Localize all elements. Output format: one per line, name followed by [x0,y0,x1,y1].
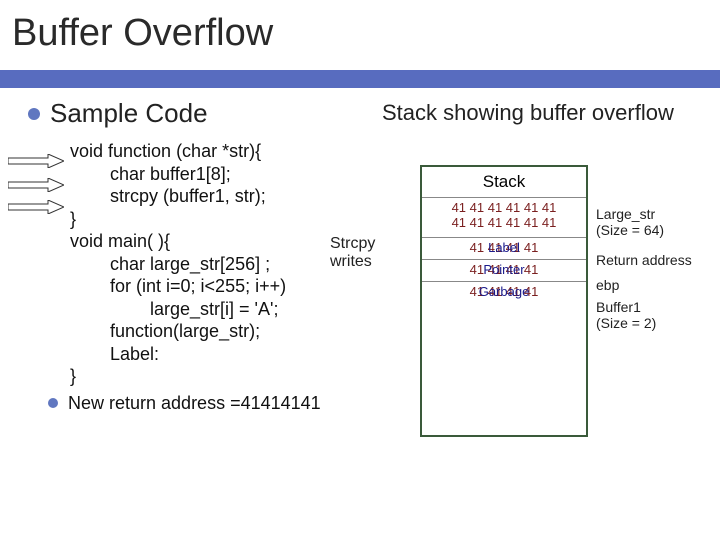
stack-bytes: 41 41 41 41 [470,240,539,255]
code-line: Label: [70,343,400,366]
code-line: } [70,365,400,388]
code-line: char buffer1[8]; [70,163,400,186]
stack-row-ebp: 41 41 41 41 Pointer [422,259,586,281]
header-accent-bar [0,70,720,88]
left-heading-row: Sample Code [28,98,208,129]
stack-diagram: Stack 41 41 41 41 41 41 41 41 41 41 41 4… [420,165,588,437]
stack-bytes: 41 41 41 41 [470,284,539,299]
stack-empty-space [422,303,586,435]
note-row: New return address =41414141 [70,392,400,415]
arrow-icon [8,200,64,214]
strcpy-writes-label: Strcpy writes [330,235,375,272]
stack-bytes: 41 41 41 41 41 41 41 41 41 41 41 41 [452,200,557,230]
legend-large-str: Large_str (Size = 64) [596,206,664,238]
left-heading: Sample Code [50,98,208,129]
bullet-icon [48,398,58,408]
stack-row-buffer1: 41 41 41 41 Garbage [422,281,586,303]
legend-text: Buffer1 (Size = 2) [596,299,656,331]
legend-buffer1: Buffer1 (Size = 2) [596,299,656,331]
note-text: New return address =41414141 [68,392,321,415]
code-line: strcpy (buffer1, str); [70,185,400,208]
legend-return-address: Return address [596,252,692,268]
arrow-icon [8,178,64,192]
code-line: large_str[i] = 'A'; [70,298,400,321]
legend-ebp: ebp [596,277,619,293]
stack-row-return-address: 41 41 41 41 Label [422,237,586,259]
code-line: function(large_str); [70,320,400,343]
right-heading: Stack showing buffer overflow [382,100,674,126]
stack-bytes: 41 41 41 41 [470,262,539,277]
strcpy-writes-text: Strcpy writes [330,235,375,270]
bullet-icon [28,108,40,120]
stack-header: Stack [422,167,586,197]
slide-header: Buffer Overflow [0,0,720,88]
slide-title: Buffer Overflow [12,12,273,55]
arrow-icon [8,154,64,168]
code-line: for (int i=0; i<255; i++) [70,275,400,298]
code-line: void function (char *str){ [70,140,400,163]
legend-text: Large_str (Size = 64) [596,206,664,238]
slide-content: Sample Code Stack showing buffer overflo… [0,100,720,540]
code-block: void function (char *str){ char buffer1[… [70,140,400,414]
stack-row-large-str: 41 41 41 41 41 41 41 41 41 41 41 41 [422,197,586,237]
code-line: } [70,208,400,231]
